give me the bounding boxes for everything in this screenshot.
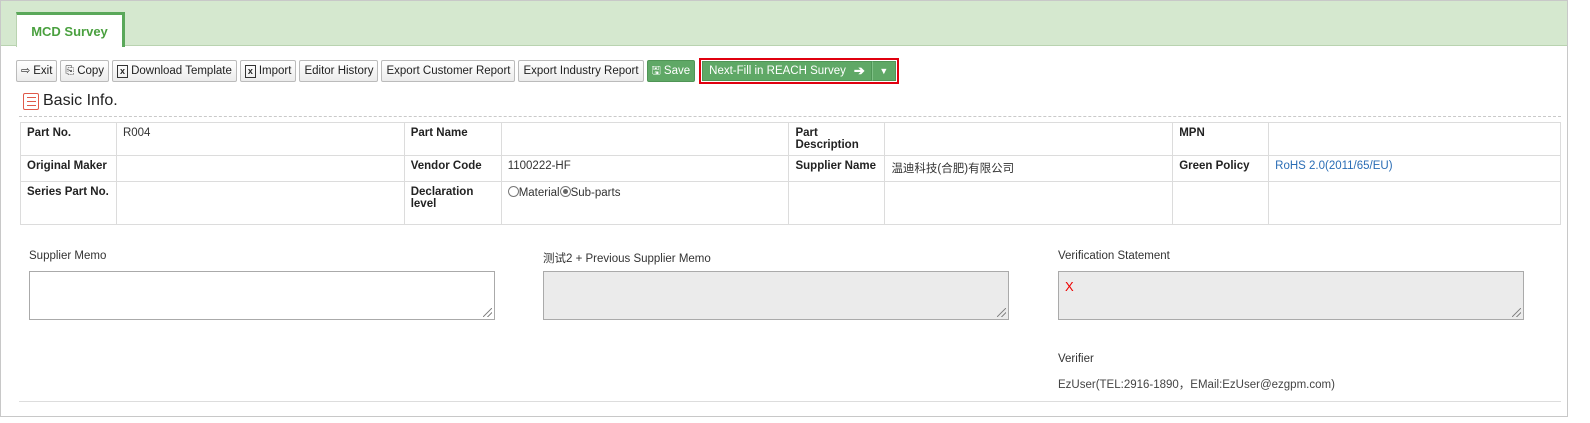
supplier-memo-label: Supplier Memo [29,250,107,262]
dropdown-caret-button[interactable]: ▼ [871,61,896,81]
verification-statement-label: Verification Statement [1058,250,1170,262]
part-name-value [500,122,790,156]
download-template-label: Download Template [131,65,232,77]
excel-icon: x [244,64,256,78]
copy-label: Copy [77,65,105,77]
empty-cell [788,181,886,225]
export-industry-report-button[interactable]: Export Industry Report [518,60,644,82]
export-industry-report-label: Export Industry Report [523,65,639,77]
list-icon [23,92,39,110]
divider [19,116,1561,117]
basic-info-table: Part No. R004 Part Name Part Description… [20,122,1561,225]
toolbar: ⇨ Exit ⎘ Copy x Download Template x Impo… [16,58,899,84]
table-row: Part No. R004 Part Name Part Description… [20,122,1561,156]
import-label: Import [258,65,292,77]
resize-grip-icon [1512,308,1521,317]
mpn-label: MPN [1172,122,1270,156]
next-fill-highlight: Next-Fill in REACH Survey ➔ ▼ [699,58,899,84]
part-description-label: Part Description [788,122,886,156]
export-customer-report-label: Export Customer Report [386,65,511,77]
next-fill-label: Next-Fill in REACH Survey [709,65,846,77]
green-policy-link[interactable]: RoHS 2.0(2011/65/EU) [1275,160,1392,172]
empty-cell [1172,181,1270,225]
copy-icon: ⎘ [65,64,75,77]
declaration-level-label: Declaration level [403,181,502,225]
supplier-name-label: Supplier Name [788,155,886,182]
save-label: Save [663,65,691,77]
supplier-memo-textarea[interactable] [29,271,495,320]
import-button[interactable]: x Import [239,60,297,82]
tab-bar: MCD Survey [1,1,1567,47]
editor-history-label: Editor History [304,65,374,77]
original-maker-label: Original Maker [20,155,117,182]
previous-supplier-memo-label: 测试2 + Previous Supplier Memo [543,253,711,265]
exit-label: Exit [33,65,53,77]
verifier-value: EzUser(TEL:2916-1890，EMail:EzUser@ezgpm.… [1058,379,1335,391]
part-description-value [884,122,1174,156]
supplier-name-value: 温迪科技(合肥)有限公司 [884,155,1174,182]
verifier-label: Verifier [1058,353,1094,365]
tab-label: MCD Survey [31,23,108,39]
green-policy-cell: RoHS 2.0(2011/65/EU) [1268,155,1561,182]
part-name-label: Part Name [403,122,502,156]
basic-info-header: Basic Info. [23,92,118,110]
mcd-survey-window: MCD Survey ⇨ Exit ⎘ Copy x Download Temp… [0,0,1568,417]
vendor-code-value: 1100222-HF [500,155,790,182]
sub-parts-radio-label: Sub-parts [570,187,621,199]
mpn-value [1268,122,1561,156]
download-template-button[interactable]: x Download Template [112,60,237,82]
copy-button[interactable]: ⎘ Copy [60,60,110,82]
previous-supplier-memo-textarea [543,271,1009,320]
divider [19,401,1561,402]
save-button[interactable]: 🖫 Save [646,60,696,82]
series-part-no-value [115,181,405,225]
resize-grip-icon[interactable] [483,308,492,317]
editor-history-button[interactable]: Editor History [299,60,379,82]
part-no-value: R004 [115,122,405,156]
empty-cell [1268,181,1561,225]
material-radio[interactable] [507,186,519,197]
table-row: Series Part No. Declaration level Materi… [20,181,1561,225]
green-policy-label: Green Policy [1172,155,1270,182]
material-radio-label: Material [518,187,560,199]
series-part-no-label: Series Part No. [20,181,117,225]
save-icon: 🖫 [651,64,661,77]
tab-mcd-survey[interactable]: MCD Survey [16,12,125,47]
excel-icon: x [117,64,129,78]
part-no-label: Part No. [20,122,117,156]
export-customer-report-button[interactable]: Export Customer Report [381,60,516,82]
declaration-level-options: Material Sub-parts [500,181,790,225]
caret-down-icon: ▼ [879,66,889,76]
vendor-code-label: Vendor Code [403,155,502,182]
verification-statement-text: X [1065,279,1074,294]
arrow-right-icon: ➔ [853,63,865,78]
empty-cell [884,181,1174,225]
verification-statement-textarea: X [1058,271,1524,320]
table-row: Original Maker Vendor Code 1100222-HF Su… [20,155,1561,182]
section-title: Basic Info. [43,92,118,109]
exit-button[interactable]: ⇨ Exit [16,60,58,82]
sub-parts-radio[interactable] [559,186,571,197]
next-fill-reach-button[interactable]: Next-Fill in REACH Survey ➔ [702,61,872,81]
resize-grip-icon [997,308,1006,317]
original-maker-value [115,155,405,182]
exit-icon: ⇨ [21,64,31,77]
